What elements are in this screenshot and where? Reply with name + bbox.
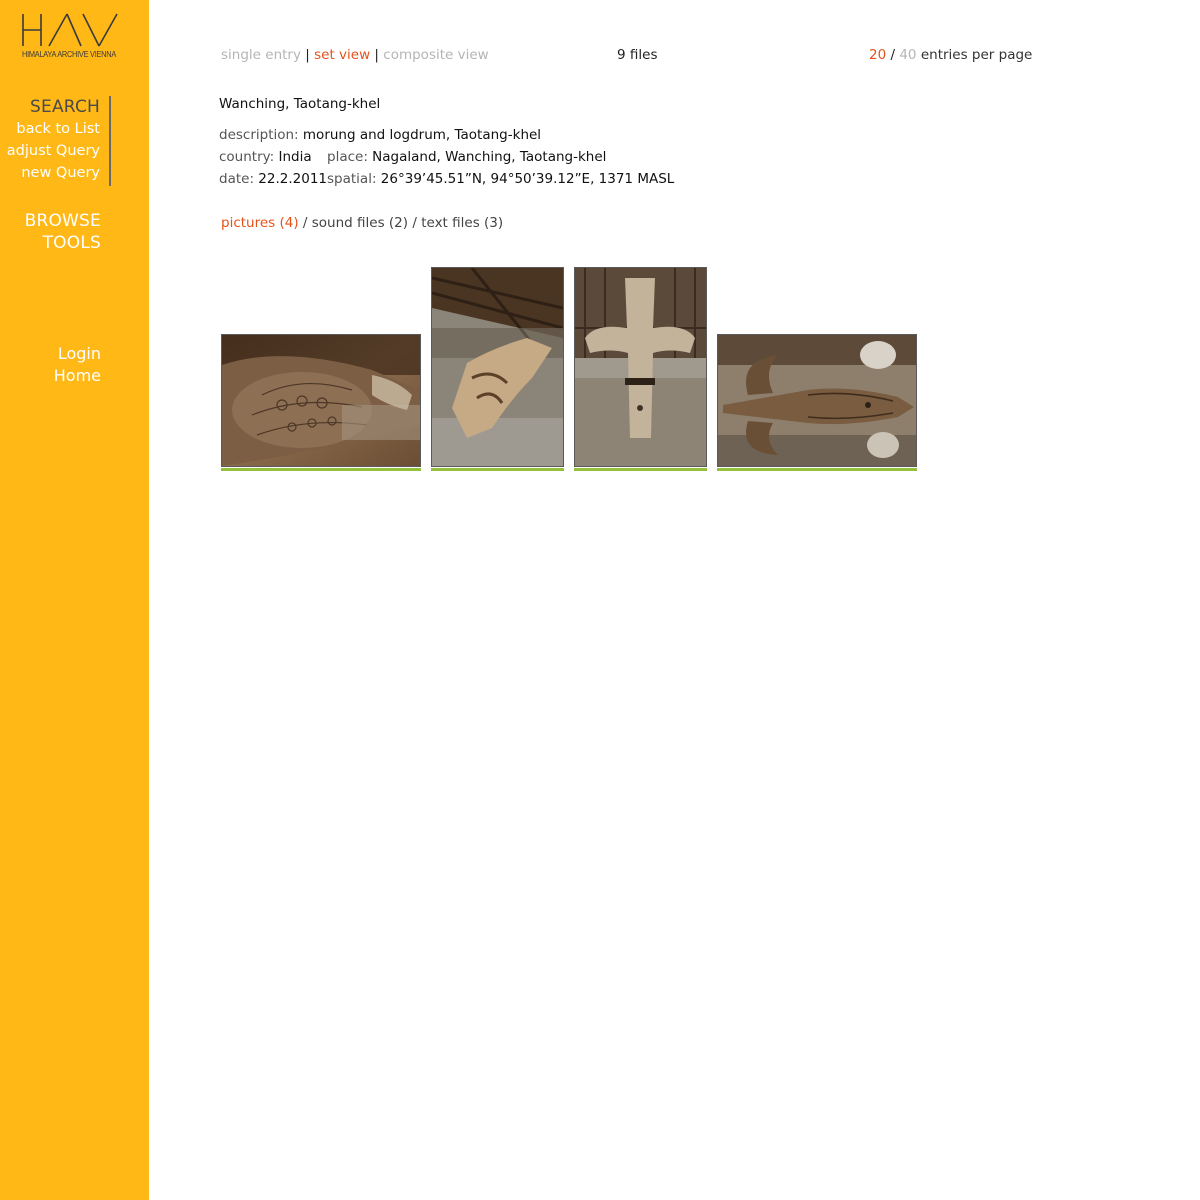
logo-subtitle: HIMALAYA ARCHIVE VIENNA (22, 49, 117, 59)
tab-separator: / (412, 215, 417, 231)
browse-nav: BROWSE TOOLS (25, 210, 101, 254)
per-page-40-link[interactable]: 40 (899, 47, 916, 63)
picture-thumbnail[interactable] (221, 334, 421, 467)
entry-title: Wanching, Taotang-khel (219, 96, 381, 112)
main-content: single entry | set view | composite view… (149, 0, 1200, 1200)
tools-heading[interactable]: TOOLS (25, 232, 101, 254)
hav-logo[interactable]: HIMALAYA ARCHIVE VIENNA (21, 12, 123, 62)
per-page-20-link[interactable]: 20 (869, 47, 886, 63)
entries-per-page: 20 / 40 entries per page (869, 47, 1032, 63)
country-value: India (278, 149, 312, 165)
tab-separator: / (302, 215, 308, 231)
place-value: Nagaland, Wanching, Taotang-khel (372, 149, 607, 165)
login-link[interactable]: Login (54, 343, 101, 365)
account-nav: Login Home (54, 343, 101, 387)
place-label: place: (327, 149, 368, 165)
spatial-value: 26°39’45.51”N, 94°50’39.12”E, 1371 MASL (380, 171, 675, 187)
hav-logo-mark (22, 13, 118, 47)
adjust-query-link[interactable]: adjust Query (7, 140, 100, 162)
picture-thumbnail[interactable] (431, 267, 564, 467)
date-spatial-row: date: 22.2.2011 spatial: 26°39’45.51”N, … (219, 168, 674, 190)
per-page-label: entries per page (920, 47, 1033, 63)
new-query-link[interactable]: new Query (7, 162, 100, 184)
tab-text-files[interactable]: text files (3) (421, 215, 503, 231)
description-row: description: morung and logdrum, Taotang… (219, 124, 541, 146)
home-link[interactable]: Home (54, 365, 101, 387)
view-toolbar: single entry | set view | composite view… (221, 47, 1121, 67)
search-heading[interactable]: SEARCH (7, 96, 100, 118)
per-page-separator: / (890, 47, 896, 63)
search-nav: SEARCH back to List adjust Query new Que… (7, 96, 111, 186)
carved-figure-photo (432, 268, 563, 466)
back-to-list-link[interactable]: back to List (7, 118, 100, 140)
country-place-row: country: India place: Nagaland, Wanching… (219, 146, 606, 168)
date-value: 22.2.2011 (258, 171, 328, 187)
thumbnail-underline (431, 468, 564, 471)
page: HIMALAYA ARCHIVE VIENNA SEARCH back to L… (0, 0, 1200, 1200)
composite-view-link[interactable]: composite view (383, 47, 488, 63)
description-label: description: (219, 127, 299, 143)
browse-heading[interactable]: BROWSE (25, 210, 101, 232)
view-separator: | (305, 47, 310, 63)
thumbnail-underline (574, 468, 707, 471)
entry-metadata: description: morung and logdrum, Taotang… (219, 124, 674, 190)
set-view-link[interactable]: set view (314, 47, 370, 63)
view-switcher: single entry | set view | composite view (221, 47, 489, 63)
single-entry-link[interactable]: single entry (221, 47, 301, 63)
tab-sound-files[interactable]: sound files (2) (312, 215, 408, 231)
picture-thumbnail[interactable] (574, 267, 707, 467)
logdrum-photo (222, 335, 420, 466)
hornbill-carving-photo (718, 335, 916, 466)
picture-thumbnail[interactable] (717, 334, 917, 467)
file-type-tabs: pictures (4) / sound files (2) / text fi… (221, 215, 503, 231)
carved-post-photo (575, 268, 706, 466)
spatial-label: spatial: (327, 171, 377, 187)
thumbnail-underline (717, 468, 917, 471)
country-label: country: (219, 149, 275, 165)
sidebar: HIMALAYA ARCHIVE VIENNA SEARCH back to L… (0, 0, 149, 1200)
view-separator: | (374, 47, 379, 63)
date-label: date: (219, 171, 254, 187)
tab-pictures[interactable]: pictures (4) (221, 215, 299, 231)
description-value: morung and logdrum, Taotang-khel (302, 127, 542, 143)
thumbnail-underline (221, 468, 421, 471)
file-count: 9 files (617, 47, 658, 63)
